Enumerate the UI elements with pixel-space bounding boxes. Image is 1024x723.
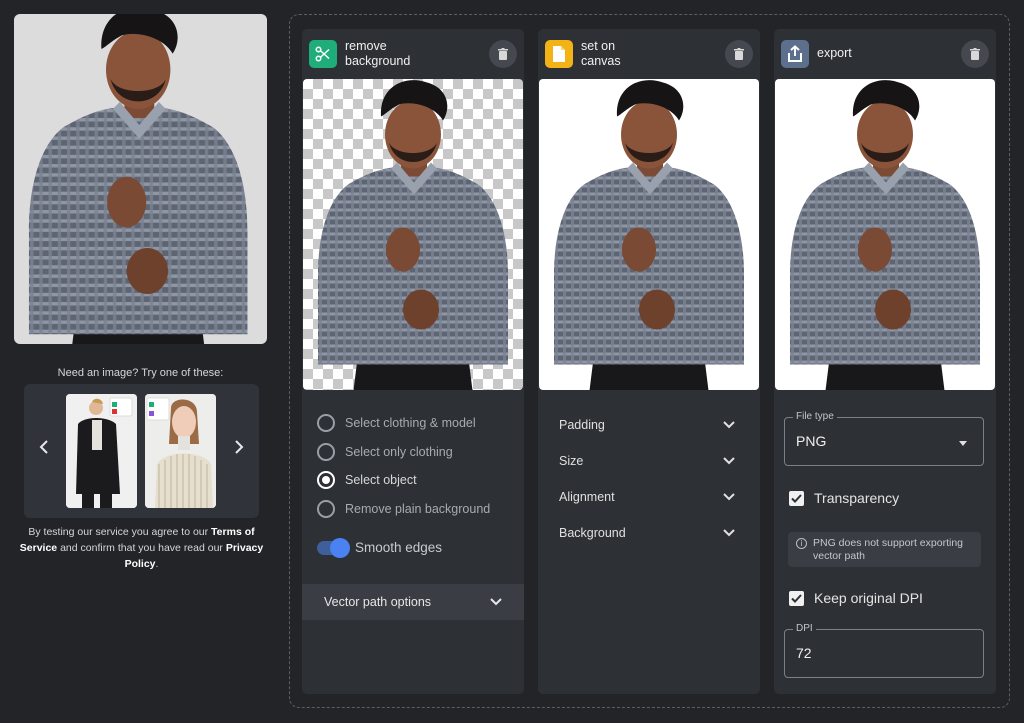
panel-title: set on canvas [581,39,621,68]
set-on-canvas-panel: set on canvas Padding Size Alignment Bac… [538,29,760,694]
chevron-left-icon[interactable] [36,440,52,460]
file-type-select[interactable]: File type PNG [784,411,984,466]
upload-icon [781,40,809,68]
checkbox[interactable] [789,590,804,606]
radio-button[interactable] [317,443,335,461]
accordion-label: Alignment [559,490,615,504]
radio-button[interactable] [317,414,335,432]
accordion-label: Size [559,454,584,468]
keep-dpi-label: Keep original DPI [814,590,923,606]
keep-dpi-checkbox[interactable]: Keep original DPI [789,590,923,606]
alignment-accordion[interactable]: Alignment [559,487,735,507]
radio-label: Remove plain background [345,502,491,516]
radio-button[interactable] [317,471,335,489]
panel-header: remove background [302,29,524,79]
export-panel: export File type PNG Transparency i PNG … [774,29,996,694]
size-accordion[interactable]: Size [559,451,735,471]
smooth-edges-label: Smooth edges [355,540,443,555]
panel-title: export [817,46,852,60]
radio-remove-plain-background[interactable]: Remove plain background [317,499,490,519]
panel-title: remove background [345,39,411,68]
padding-accordion[interactable]: Padding [559,415,735,435]
radio-button[interactable] [317,500,335,518]
sample-images-prompt: Need an image? Try one of these: [57,367,224,379]
note-text: PNG does not support exporting vector pa… [813,537,964,562]
chevron-down-icon [723,493,735,501]
toggle-switch[interactable] [317,537,350,558]
chevron-down-icon [723,421,735,429]
sample-image-thumbnail[interactable] [66,394,137,508]
info-icon: i [796,538,807,549]
radio-select-only-clothing[interactable]: Select only clothing [317,442,453,462]
accordion-label: Padding [559,418,605,432]
trash-icon[interactable] [489,40,517,68]
terms-text: . [155,558,159,570]
canvas-image-preview [539,79,759,390]
radio-label: Select clothing & model [345,416,476,430]
file-icon [545,40,573,68]
sample-image-thumbnail[interactable] [145,394,216,508]
chevron-down-icon [723,457,735,465]
scissors-icon [309,40,337,68]
chevron-down-icon [490,598,502,606]
terms-text: By testing our service you agree to our [28,526,212,538]
vector-path-options-accordion[interactable]: Vector path options [302,584,524,620]
radio-select-clothing-model[interactable]: Select clothing & model [317,413,476,433]
smooth-edges-toggle[interactable]: Smooth edges [317,537,443,558]
caret-down-icon [959,441,967,446]
original-image-preview [14,14,267,344]
trash-icon[interactable] [961,40,989,68]
dpi-value: 72 [796,645,812,661]
export-image-preview [775,79,995,390]
radio-label: Select object [345,473,417,487]
remove-background-panel: remove background Select clothing & mode… [302,29,524,694]
dpi-label: DPI [793,623,816,634]
panel-header: set on canvas [538,29,760,79]
file-type-value: PNG [796,433,827,449]
terms-notice: By testing our service you agree to our … [18,524,265,572]
transparency-checkbox[interactable]: Transparency [789,490,899,506]
radio-select-object[interactable]: Select object [317,470,417,490]
vector-path-options-label: Vector path options [324,595,432,609]
background-accordion[interactable]: Background [559,523,735,543]
radio-label: Select only clothing [345,445,453,459]
file-type-label: File type [793,411,837,422]
dpi-input[interactable]: DPI 72 [784,623,984,678]
transparency-label: Transparency [814,490,900,506]
chevron-right-icon[interactable] [231,440,247,460]
sample-images-carousel [24,384,259,518]
trash-icon[interactable] [725,40,753,68]
chevron-down-icon [723,529,735,537]
accordion-label: Background [559,526,626,540]
cutout-image-preview [303,79,523,390]
panel-header: export [774,29,996,79]
vector-path-note: i PNG does not support exporting vector … [788,532,981,567]
terms-text: and confirm that you have read our [57,542,226,554]
checkbox[interactable] [789,490,804,506]
